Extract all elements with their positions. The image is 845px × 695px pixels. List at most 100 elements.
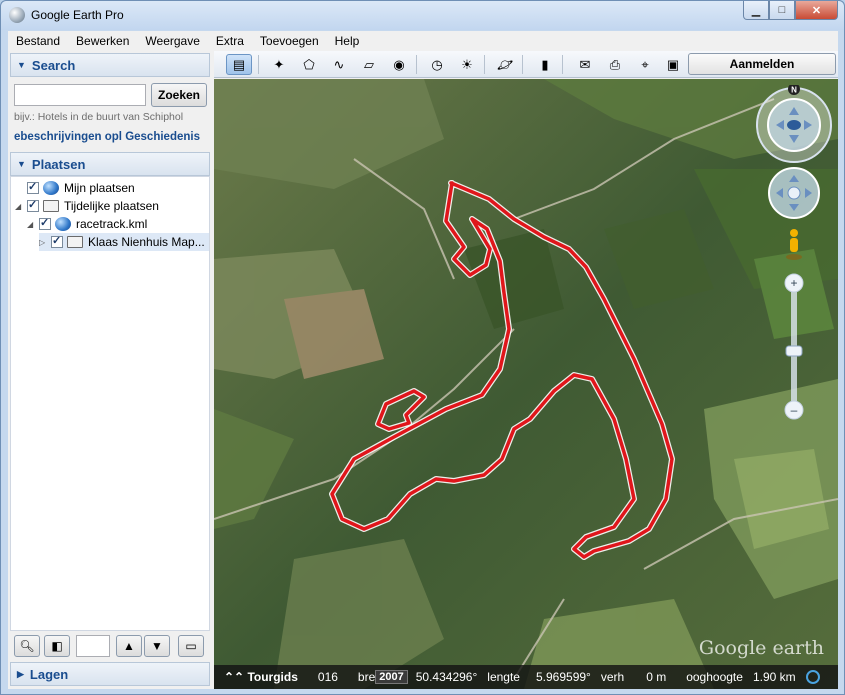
toolbar-separator bbox=[522, 55, 523, 74]
elevation-label: verh bbox=[600, 670, 625, 684]
maximize-button[interactable]: □ bbox=[769, 1, 795, 20]
sunlight-icon[interactable]: ☀ bbox=[454, 54, 480, 75]
panel-toggle-icon[interactable]: ◧ bbox=[44, 635, 70, 657]
tree-item-tijdelijke-plaatsen[interactable]: ◢ Tijdelijke plaatsen bbox=[15, 197, 159, 215]
search-header-label: Search bbox=[31, 57, 76, 73]
menu-weergave[interactable]: Weergave bbox=[137, 34, 207, 48]
menu-extra[interactable]: Extra bbox=[208, 34, 252, 48]
tree-item-mijn-plaatsen[interactable]: Mijn plaatsen bbox=[15, 179, 135, 197]
year-label: bre bbox=[357, 670, 376, 684]
toolbar-separator bbox=[258, 55, 259, 74]
svg-text:+: + bbox=[790, 276, 797, 290]
longitude-label: lengte bbox=[487, 670, 520, 684]
globe-icon bbox=[43, 181, 59, 195]
places-toolbar: 🔍︎ ◧ ▲ ▼ ▭ bbox=[10, 631, 210, 661]
menu-bewerken[interactable]: Bewerken bbox=[68, 34, 137, 48]
elevation-value: 0 m bbox=[646, 670, 667, 684]
app-window: Google Earth Pro ▁ □ ✕ Bestand Bewerken … bbox=[0, 0, 845, 695]
search-input[interactable] bbox=[14, 84, 146, 106]
checkbox[interactable] bbox=[39, 216, 51, 230]
checkbox[interactable] bbox=[51, 234, 63, 248]
toolbar-separator bbox=[484, 55, 485, 74]
historical-imagery-icon[interactable]: ◷ bbox=[424, 54, 450, 75]
tree-item-label: Mijn plaatsen bbox=[64, 181, 135, 195]
record-tour-icon[interactable]: ◉ bbox=[386, 54, 412, 75]
move-joystick[interactable] bbox=[768, 167, 820, 219]
checkbox[interactable] bbox=[27, 180, 39, 194]
toolbar-separator bbox=[562, 55, 563, 74]
add-image-overlay-icon[interactable]: ▱ bbox=[356, 54, 382, 75]
imagery-date-badge: 2007 bbox=[375, 670, 408, 684]
year-fragment: 016 bbox=[317, 670, 338, 684]
ruler-icon[interactable]: ▮ bbox=[532, 54, 558, 75]
expand-arrow-icon[interactable]: ▷ bbox=[39, 238, 49, 247]
sign-in-button[interactable]: Aanmelden bbox=[688, 53, 836, 75]
expand-triangle-icon: ▶ bbox=[17, 668, 24, 679]
main-toolbar: ▤ ✦ ⬠ ∿ ▱ ◉ ◷ ☀ 🪐︎ ▮ ✉ ⎙ ⌖ ▣ Aanmelden bbox=[214, 51, 838, 78]
search-button[interactable]: Zoeken bbox=[151, 83, 207, 107]
search-icon[interactable]: 🔍︎ bbox=[14, 635, 40, 657]
save-image-icon[interactable]: ▣ bbox=[660, 54, 686, 75]
add-path-icon[interactable]: ∿ bbox=[326, 54, 352, 75]
eye-altitude-value: 1.90 km bbox=[752, 670, 796, 684]
tour-guide-toggle[interactable]: ⌃⌃ Tourgids bbox=[224, 670, 298, 684]
places-header-label: Plaatsen bbox=[31, 156, 86, 172]
satellite-imagery bbox=[214, 79, 838, 689]
tree-item-label: Tijdelijke plaatsen bbox=[64, 199, 159, 213]
sidebar: ▼ Search Zoeken bijv.: Hotels in de buur… bbox=[8, 51, 213, 689]
search-hint: bijv.: Hotels in de buurt van Schiphol bbox=[14, 111, 184, 123]
menu-bestand[interactable]: Bestand bbox=[8, 34, 68, 48]
navigation-controls: N + – bbox=[756, 85, 832, 420]
tree-item-label: Klaas Nienhuis Map... bbox=[88, 235, 205, 249]
collapse-triangle-icon: ▼ bbox=[17, 159, 26, 169]
title-bar[interactable]: Google Earth Pro ▁ □ ✕ bbox=[1, 1, 844, 30]
google-earth-watermark: Google earth bbox=[698, 637, 824, 659]
tour-guide-label: Tourgids bbox=[247, 670, 298, 684]
email-icon[interactable]: ✉ bbox=[572, 54, 598, 75]
places-panel-header[interactable]: ▼ Plaatsen bbox=[10, 152, 210, 176]
layers-header-label: Lagen bbox=[29, 666, 69, 682]
checkbox[interactable] bbox=[27, 198, 39, 212]
folder-menu-icon[interactable]: ▭ bbox=[178, 635, 204, 657]
tree-item-racetrack[interactable]: ◢ racetrack.kml bbox=[27, 215, 147, 233]
places-filter-input[interactable] bbox=[76, 635, 110, 657]
menu-help[interactable]: Help bbox=[327, 34, 368, 48]
sidebar-toggle-icon[interactable]: ▤ bbox=[226, 54, 252, 75]
close-button[interactable]: ✕ bbox=[795, 1, 838, 20]
eye-altitude-label: ooghoogte bbox=[686, 670, 743, 684]
svg-text:–: – bbox=[791, 403, 798, 417]
layers-panel-header[interactable]: ▶ Lagen bbox=[10, 662, 210, 686]
folder-icon bbox=[43, 200, 59, 212]
planet-switch-icon[interactable]: 🪐︎ bbox=[492, 54, 518, 75]
status-bar: ⌃⌃ Tourgids 016 bre 2007 50.434296° leng… bbox=[214, 665, 838, 689]
add-polygon-icon[interactable]: ⬠ bbox=[296, 54, 322, 75]
map-view[interactable]: N + – Google earth ⌃⌃ Tourgids 016 bre 2… bbox=[214, 79, 838, 689]
view-in-maps-icon[interactable]: ⌖ bbox=[632, 54, 658, 75]
menu-bar: Bestand Bewerken Weergave Extra Toevoege… bbox=[8, 31, 838, 51]
latitude-value: 50.434296° bbox=[415, 670, 478, 684]
google-earth-app-icon bbox=[9, 7, 25, 23]
expand-arrow-icon[interactable]: ◢ bbox=[15, 202, 25, 211]
search-panel-header[interactable]: ▼ Search bbox=[10, 53, 210, 77]
move-up-icon[interactable]: ▲ bbox=[116, 635, 142, 657]
move-down-icon[interactable]: ▼ bbox=[144, 635, 170, 657]
toolbar-separator bbox=[416, 55, 417, 74]
collapse-triangle-icon: ▼ bbox=[17, 60, 26, 70]
streaming-indicator-icon bbox=[805, 670, 820, 684]
look-joystick[interactable] bbox=[756, 87, 832, 163]
search-links[interactable]: ebeschrijvingen opl Geschiedenis bbox=[14, 131, 212, 143]
tree-item-label: racetrack.kml bbox=[76, 217, 148, 231]
window-title: Google Earth Pro bbox=[31, 8, 124, 22]
menu-toevoegen[interactable]: Toevoegen bbox=[252, 34, 327, 48]
places-tree: Mijn plaatsen ◢ Tijdelijke plaatsen ◢ ra… bbox=[10, 176, 210, 631]
add-placemark-icon[interactable]: ✦ bbox=[266, 54, 292, 75]
longitude-value: 5.969599° bbox=[535, 670, 591, 684]
globe-icon bbox=[55, 217, 71, 231]
tree-item-klaas-nienhuis[interactable]: ▷ Klaas Nienhuis Map... bbox=[39, 233, 209, 251]
folder-icon bbox=[67, 236, 83, 248]
expand-arrow-icon[interactable]: ◢ bbox=[27, 220, 37, 229]
print-icon[interactable]: ⎙ bbox=[602, 54, 628, 75]
minimize-button[interactable]: ▁ bbox=[743, 1, 769, 20]
street-view-pegman-icon[interactable] bbox=[786, 229, 802, 260]
zoom-slider[interactable]: + – bbox=[784, 273, 804, 420]
